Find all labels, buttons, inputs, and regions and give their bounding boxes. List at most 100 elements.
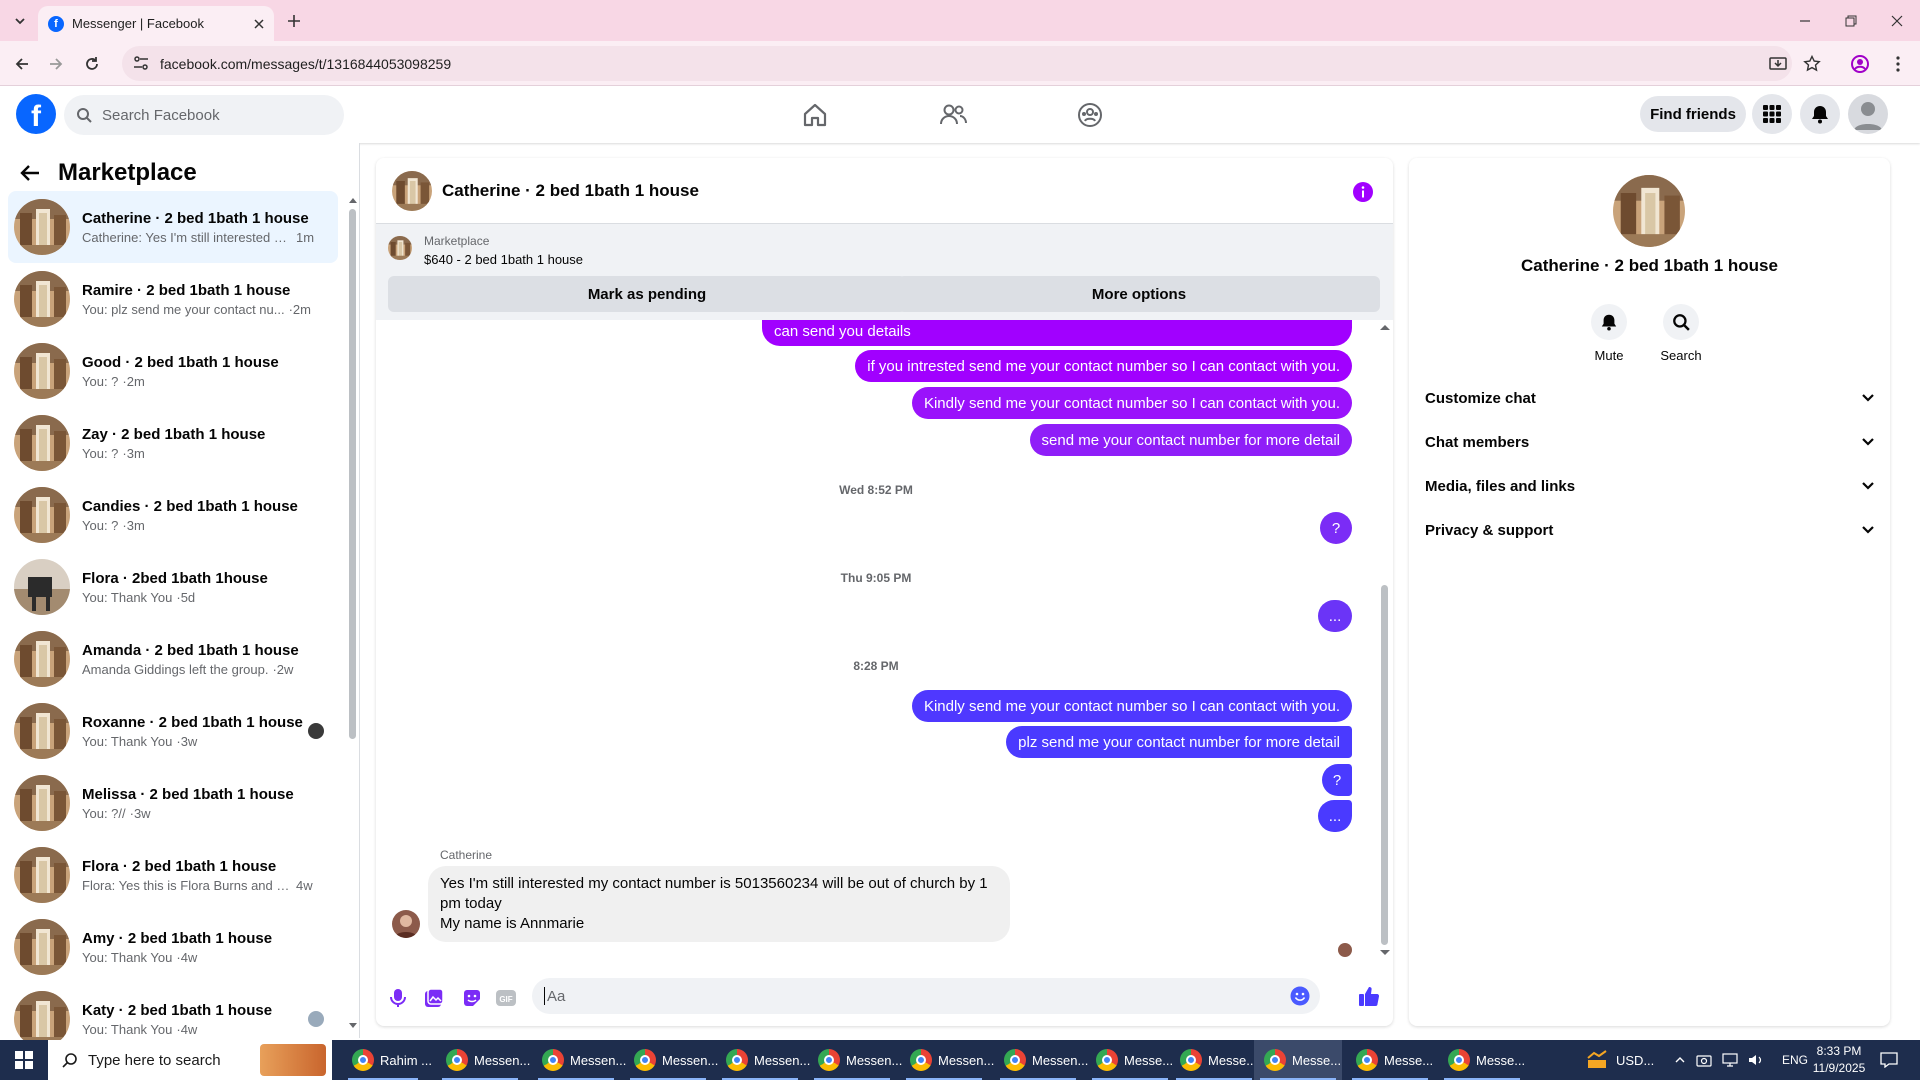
conversation-item[interactable]: Amy · 2 bed 1bath 1 house You: Thank You ·… bbox=[8, 911, 338, 983]
listing-detail[interactable]: $640 - 2 bed 1bath 1 house bbox=[424, 252, 583, 267]
taskbar-app[interactable]: Messen... bbox=[716, 1040, 810, 1080]
conversation-item[interactable]: Flora · 2 bed 1bath 1 house Flora: Yes th… bbox=[8, 839, 338, 911]
find-friends-button[interactable]: Find friends bbox=[1640, 96, 1746, 132]
install-app-button[interactable] bbox=[1764, 50, 1792, 78]
address-bar[interactable]: facebook.com/messages/t/1316844053098259 bbox=[122, 46, 1792, 81]
taskbar-app[interactable]: Messen... bbox=[436, 1040, 530, 1080]
chevron-up-icon[interactable] bbox=[1674, 1054, 1686, 1066]
conversation-item[interactable]: Roxanne · 2 bed 1bath 1 house You: Thank … bbox=[8, 695, 338, 767]
mute-button[interactable]: Mute bbox=[1574, 304, 1644, 363]
info-icon[interactable] bbox=[1353, 182, 1373, 202]
more-options-button[interactable]: More options bbox=[898, 276, 1380, 312]
network-icon[interactable] bbox=[1722, 1053, 1738, 1067]
profile-button[interactable] bbox=[1846, 50, 1874, 78]
message-bubble[interactable]: Kindly send me your contact number so I … bbox=[911, 690, 1352, 722]
sticker-button[interactable] bbox=[460, 986, 484, 1010]
message-bubble[interactable]: ... bbox=[1318, 600, 1352, 632]
message-bubble[interactable]: ? bbox=[1320, 512, 1352, 544]
conversation-item[interactable]: Catherine · 2 bed 1bath 1 house Catherine… bbox=[8, 191, 338, 263]
conversation-item[interactable]: Flora · 2bed 1bath 1house You: Thank You ·… bbox=[8, 551, 338, 623]
system-tray[interactable]: ENG bbox=[1674, 1040, 1808, 1080]
taskbar-app[interactable]: Messen... bbox=[808, 1040, 902, 1080]
conversation-item[interactable]: Melissa · 2 bed 1bath 1 house You: ?//·3w bbox=[8, 767, 338, 839]
chat-title[interactable]: Catherine · 2 bed 1bath 1 house bbox=[442, 181, 699, 201]
restore-button[interactable] bbox=[1828, 0, 1874, 41]
groups-icon bbox=[1078, 103, 1102, 127]
info-section-1[interactable]: Chat members bbox=[1425, 420, 1875, 464]
sender-avatar[interactable] bbox=[392, 910, 420, 938]
notification-center-button[interactable] bbox=[1880, 1040, 1898, 1080]
taskbar-app[interactable]: Messen... bbox=[624, 1040, 718, 1080]
nav-groups[interactable] bbox=[1075, 100, 1105, 130]
gif-button[interactable]: GIF bbox=[494, 986, 518, 1010]
chat-scrollbar[interactable] bbox=[1379, 320, 1391, 960]
taskbar-app[interactable]: Messen... bbox=[532, 1040, 626, 1080]
chat-avatar[interactable] bbox=[392, 171, 432, 211]
message-bubble[interactable]: send me your contact number for more det… bbox=[1029, 424, 1352, 456]
attach-media-button[interactable] bbox=[422, 986, 446, 1010]
bookmark-button[interactable] bbox=[1798, 50, 1826, 78]
message-bubble[interactable]: ? bbox=[1322, 764, 1352, 796]
browser-menu-button[interactable] bbox=[1884, 50, 1912, 78]
forward-button[interactable] bbox=[42, 50, 70, 78]
facebook-logo[interactable]: f bbox=[16, 94, 56, 134]
info-section-2[interactable]: Media, files and links bbox=[1425, 464, 1875, 508]
minimize-button[interactable] bbox=[1782, 0, 1828, 41]
nav-home[interactable] bbox=[800, 100, 830, 130]
volume-icon[interactable] bbox=[1748, 1053, 1764, 1067]
taskbar-app[interactable]: Messe... bbox=[1170, 1040, 1258, 1080]
notifications-button[interactable] bbox=[1800, 94, 1840, 134]
like-button[interactable] bbox=[1357, 984, 1381, 1008]
browser-tab[interactable]: f Messenger | Facebook bbox=[38, 6, 274, 41]
close-icon[interactable] bbox=[254, 18, 264, 29]
search-conversation-button[interactable]: Search bbox=[1646, 304, 1716, 363]
taskbar-app[interactable]: Messen... bbox=[900, 1040, 994, 1080]
camera-icon[interactable] bbox=[1696, 1053, 1712, 1067]
conversation-item[interactable]: Amanda · 2 bed 1bath 1 house Amanda Giddi… bbox=[8, 623, 338, 695]
taskbar-app[interactable]: Messe... bbox=[1346, 1040, 1434, 1080]
taskbar-clock[interactable]: 8:33 PM 11/9/2025 bbox=[1804, 1043, 1874, 1077]
voice-clip-button[interactable] bbox=[386, 986, 410, 1010]
conversation-item[interactable]: Candies · 2 bed 1bath 1 house You: ? ·3m bbox=[8, 479, 338, 551]
taskbar-app[interactable]: Messen... bbox=[994, 1040, 1088, 1080]
facebook-search-input[interactable]: Search Facebook bbox=[64, 95, 344, 135]
sticker-icon bbox=[464, 990, 480, 1006]
taskbar-app[interactable]: Messe... bbox=[1254, 1040, 1342, 1080]
clock-time: 8:33 PM bbox=[1816, 1044, 1862, 1058]
nav-friends[interactable] bbox=[938, 100, 968, 130]
message-bubble[interactable]: Kindly send me your contact number so I … bbox=[911, 387, 1352, 419]
message-input[interactable]: Aa bbox=[532, 978, 1320, 1014]
taskbar-app[interactable]: Messe... bbox=[1438, 1040, 1526, 1080]
mark-pending-button[interactable]: Mark as pending bbox=[388, 276, 906, 312]
new-tab-button[interactable] bbox=[282, 9, 306, 33]
back-button[interactable] bbox=[8, 50, 36, 78]
listing-thumbnail[interactable] bbox=[388, 236, 412, 260]
message-bubble[interactable]: ... bbox=[1318, 800, 1352, 832]
account-avatar[interactable] bbox=[1848, 94, 1888, 134]
weather-ticker[interactable]: USD... bbox=[1586, 1040, 1654, 1080]
close-window-button[interactable] bbox=[1874, 0, 1920, 41]
info-section-0[interactable]: Customize chat bbox=[1425, 376, 1875, 420]
conversation-item[interactable]: Zay · 2 bed 1bath 1 house You: ? ·3m bbox=[8, 407, 338, 479]
message-bubble[interactable]: plz send me your contact number for more… bbox=[1006, 726, 1352, 758]
start-button[interactable] bbox=[0, 1040, 48, 1080]
conversation-item[interactable]: Ramire · 2 bed 1bath 1 house You: plz sen… bbox=[8, 263, 338, 335]
tab-search-button[interactable] bbox=[8, 9, 32, 33]
back-arrow-icon[interactable] bbox=[20, 164, 40, 182]
incoming-message[interactable]: Yes I'm still interested my contact numb… bbox=[428, 866, 1010, 942]
conversation-name: Ramire · 2 bed 1bath 1 house bbox=[82, 281, 291, 299]
taskbar-search[interactable]: Type here to search bbox=[48, 1040, 332, 1080]
profile-avatar-large[interactable] bbox=[1613, 175, 1685, 247]
reload-button[interactable] bbox=[78, 50, 106, 78]
conversation-item[interactable]: Good · 2 bed 1bath 1 house You: ? ·2m bbox=[8, 335, 338, 407]
message-bubble[interactable]: if you intrested send me your contact nu… bbox=[855, 350, 1352, 382]
emoji-icon[interactable] bbox=[1290, 986, 1310, 1006]
message-bubble[interactable]: can send you details bbox=[762, 320, 1352, 346]
sidebar-scrollbar[interactable] bbox=[349, 197, 357, 1029]
profile-name[interactable]: Catherine · 2 bed 1bath 1 house bbox=[1409, 256, 1890, 276]
info-section-3[interactable]: Privacy & support bbox=[1425, 508, 1875, 552]
taskbar-app[interactable]: Rahim ... bbox=[342, 1040, 432, 1080]
site-info-icon[interactable] bbox=[132, 54, 150, 72]
taskbar-app[interactable]: Messe... bbox=[1086, 1040, 1174, 1080]
menu-button[interactable] bbox=[1752, 94, 1792, 134]
